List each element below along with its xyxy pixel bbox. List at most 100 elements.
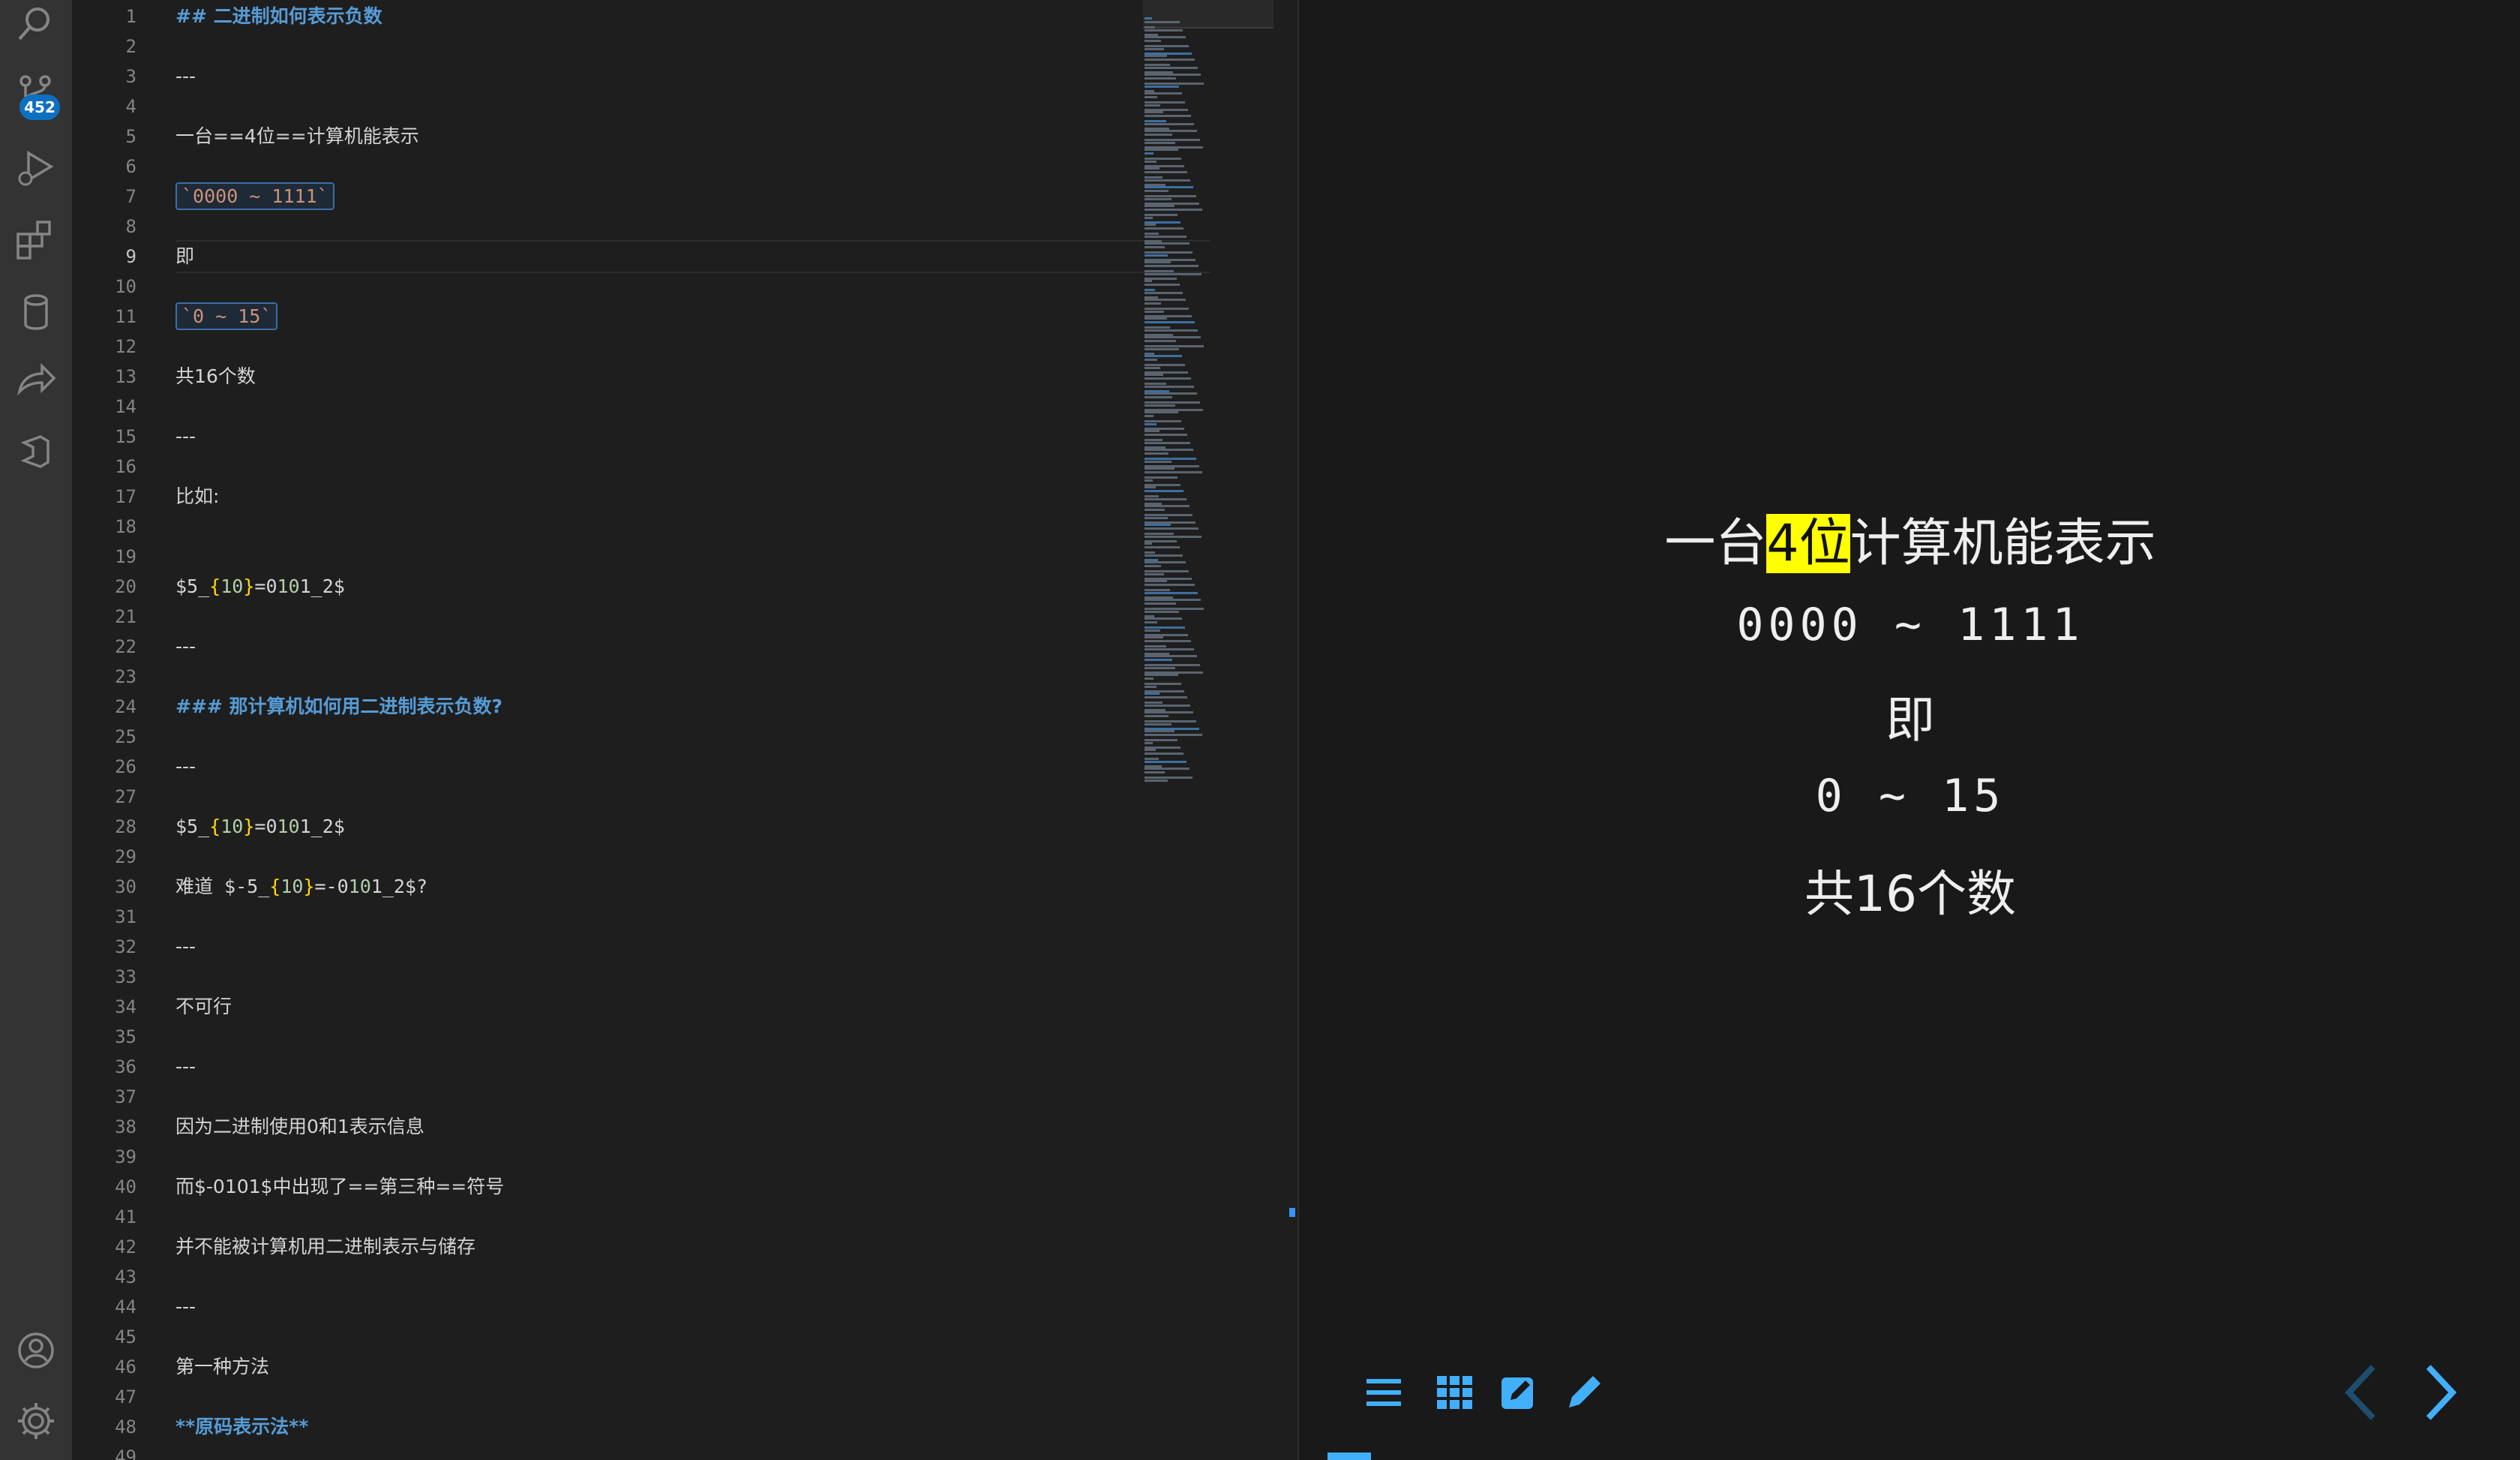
- minimap-line: [1144, 149, 1178, 151]
- code-line[interactable]: ---: [176, 752, 196, 782]
- code-line[interactable]: ---: [176, 1052, 196, 1082]
- minimap-line: [1144, 364, 1185, 366]
- minimap-line: [1144, 696, 1187, 698]
- markdown-editor[interactable]: 1 2 3 4 5 6 7 8 9 10 11 12 13 14 15 16 17 18 19 20 21 22 23 24 2…: [72, 0, 1275, 1460]
- slide-preview[interactable]: 一台4位计算机能表示 0000 ~ 1111 即 0 ~ 15 共16个数: [1298, 0, 2520, 1460]
- line-number: 46: [115, 1356, 136, 1377]
- code-line[interactable]: `0 ~ 15`: [176, 302, 278, 332]
- line-number-gutter: 1 2 3 4 5 6 7 8 9 10 11 12 13 14 15 16 17 18 19 20 21 22 23 24 2…: [72, 0, 147, 1460]
- docker-icon[interactable]: [15, 431, 57, 473]
- minimap-line: [1144, 292, 1183, 294]
- minimap-line: [1144, 195, 1196, 197]
- code-line[interactable]: 比如:: [176, 482, 219, 512]
- minimap-line: [1144, 780, 1168, 782]
- prev-slide-icon[interactable]: [2343, 1364, 2378, 1421]
- code-line[interactable]: ### 那计算机如何用二进制表示负数?: [176, 692, 502, 722]
- code-line[interactable]: 因为二进制使用0和1表示信息: [176, 1112, 424, 1142]
- minimap-line: [1144, 396, 1172, 398]
- minimap-line: [1144, 551, 1155, 554]
- minimap-line: [1144, 329, 1198, 332]
- code-line[interactable]: ---: [176, 632, 196, 662]
- minimap-line: [1144, 246, 1165, 248]
- code-line[interactable]: 一台==4位==计算机能表示: [176, 122, 419, 152]
- settings-gear-icon[interactable]: [15, 1400, 57, 1442]
- minimap-line: [1144, 536, 1202, 538]
- minimap-line: [1144, 242, 1190, 245]
- code-line[interactable]: $5_{10}=0101_2$: [176, 572, 345, 602]
- run-debug-icon[interactable]: [15, 147, 57, 189]
- account-icon[interactable]: [15, 1329, 57, 1371]
- code-line[interactable]: ---: [176, 932, 196, 962]
- minimap-line: [1144, 580, 1167, 582]
- minimap-line: [1144, 701, 1162, 704]
- minimap-line: [1144, 486, 1156, 488]
- code-line[interactable]: ## 二进制如何表示负数: [176, 2, 382, 32]
- line-number: 23: [115, 666, 136, 687]
- code-line[interactable]: `0000 ~ 1111`: [176, 182, 334, 212]
- minimap-line: [1144, 40, 1161, 42]
- grid-icon[interactable]: [1437, 1376, 1473, 1409]
- code-line[interactable]: 第一种方法: [176, 1352, 269, 1382]
- next-slide-icon[interactable]: [2424, 1364, 2458, 1421]
- slide-range-decimal: 0 ~ 15: [1815, 770, 2006, 822]
- line-number: 47: [115, 1386, 136, 1407]
- minimap-line: [1144, 542, 1152, 545]
- minimap-line: [1144, 471, 1202, 473]
- minimap-line: [1144, 86, 1179, 88]
- code-line[interactable]: 共16个数: [176, 362, 256, 392]
- remote-share-icon[interactable]: [15, 362, 57, 404]
- menu-icon[interactable]: [1366, 1377, 1401, 1407]
- minimap-line: [1144, 434, 1187, 436]
- minimap-line: [1144, 640, 1191, 642]
- minimap-line: [1144, 592, 1198, 594]
- minimap-line: [1144, 517, 1168, 519]
- minimap-line: [1144, 83, 1204, 85]
- minimap-line: [1144, 190, 1168, 192]
- code-line[interactable]: 并不能被计算机用二进制表示与储存: [176, 1232, 476, 1262]
- code-line[interactable]: 不可行: [176, 992, 232, 1022]
- line-number: 43: [115, 1266, 136, 1287]
- line-number: 5: [125, 126, 136, 147]
- line-number: 7: [125, 186, 136, 207]
- code-line[interactable]: ---: [176, 62, 196, 92]
- minimap-line: [1144, 771, 1165, 774]
- code-line[interactable]: $5_{10}=0101_2$: [176, 812, 345, 842]
- database-icon[interactable]: [15, 291, 57, 333]
- code-line[interactable]: 难道 $-5_{10}=-0101_2$?: [176, 872, 428, 902]
- line-number: 18: [115, 516, 136, 537]
- minimap-line: [1144, 420, 1181, 422]
- minimap-line: [1144, 26, 1155, 29]
- minimap-line: [1144, 308, 1189, 310]
- code-line[interactable]: **原码表示法**: [176, 1412, 308, 1442]
- edit-icon[interactable]: [1502, 1374, 1536, 1409]
- code-line[interactable]: ---: [176, 422, 196, 452]
- minimap-line: [1144, 423, 1156, 425]
- minimap-line: [1144, 742, 1153, 744]
- line-number: 48: [115, 1416, 136, 1437]
- line-number: 31: [115, 906, 136, 927]
- title-text-end: 计算机能表示: [1850, 514, 2156, 573]
- minimap-line: [1144, 92, 1182, 95]
- minimap-line: [1144, 59, 1195, 61]
- line-number: 17: [115, 486, 136, 507]
- search-icon[interactable]: [15, 3, 57, 45]
- minimap-line: [1144, 326, 1170, 329]
- code-line[interactable]: 即: [176, 242, 194, 272]
- minimap-line: [1144, 629, 1160, 632]
- editor-content[interactable]: ## 二进制如何表示负数 --- 一台==4位==计算机能表示 `0000 ~ 111…: [176, 0, 1210, 1460]
- line-number: 8: [125, 216, 136, 237]
- line-number: 28: [115, 816, 136, 837]
- line-number: 12: [115, 336, 136, 357]
- minimap-line: [1144, 48, 1164, 50]
- minimap-line: [1144, 509, 1165, 511]
- line-number: 30: [115, 876, 136, 897]
- minimap-line: [1144, 761, 1186, 763]
- extensions-icon[interactable]: [15, 219, 57, 261]
- code-line[interactable]: 而$-0101$中出现了==第三种==符号: [176, 1172, 504, 1202]
- minimap-line: [1144, 449, 1193, 451]
- code-line[interactable]: ---: [176, 1292, 196, 1322]
- minimap-viewport[interactable]: [1143, 0, 1274, 29]
- sash-marker: [1289, 1208, 1295, 1217]
- pen-icon[interactable]: [1566, 1373, 1604, 1410]
- minimap[interactable]: [1143, 0, 1274, 1460]
